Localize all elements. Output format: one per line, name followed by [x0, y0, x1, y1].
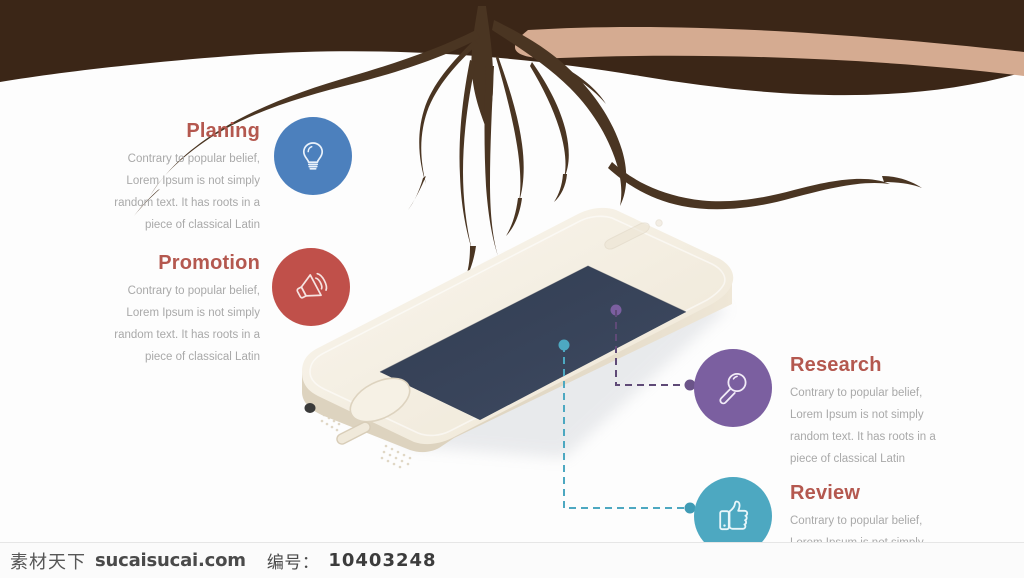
megaphone-icon	[296, 272, 328, 299]
body-line: random text. It has roots in a	[790, 431, 936, 443]
section-body-research: Contrary to popular belief, Lorem Ipsum …	[790, 382, 1010, 470]
watermark-id-value: 10403248	[328, 550, 437, 571]
section-title-research: Research	[790, 354, 882, 376]
body-line: Lorem Ipsum is not simply	[790, 409, 924, 421]
body-line: Contrary to popular belief,	[790, 515, 923, 527]
body-line: Lorem Ipsum is not simply	[126, 307, 260, 319]
thumbs-up-icon	[719, 500, 749, 531]
magnifier-icon	[719, 372, 747, 405]
badge-research[interactable]	[694, 349, 772, 427]
infographic-canvas: Planing Contrary to popular belief, Lore…	[0, 0, 1024, 578]
watermark-id-label: 编号：	[266, 553, 320, 573]
section-planing: Planing Contrary to popular belief, Lore…	[60, 120, 260, 236]
body-line: Contrary to popular belief,	[127, 153, 260, 165]
body-line: Contrary to popular belief,	[790, 387, 923, 399]
body-line: Contrary to popular belief,	[127, 285, 260, 297]
body-line: piece of classical Latin	[144, 351, 260, 363]
section-research: Research Contrary to popular belief, Lor…	[790, 354, 1010, 470]
body-line: piece of classical Latin	[790, 453, 906, 465]
section-title-promotion: Promotion	[158, 252, 260, 274]
watermark-bar: 素材天下 sucaisucai.com 编号： 10403248	[0, 542, 1024, 578]
body-line: Lorem Ipsum is not simply	[126, 175, 260, 187]
watermark-site: sucaisucai.com	[95, 550, 246, 571]
body-line: piece of classical Latin	[144, 219, 260, 231]
body-line: random text. It has roots in a	[114, 197, 260, 209]
section-title-review: Review	[790, 482, 861, 504]
lightbulb-icon	[302, 142, 324, 170]
section-body-planing: Contrary to popular belief, Lorem Ipsum …	[60, 148, 260, 236]
watermark-logo: 素材天下	[10, 551, 86, 573]
section-title-planing: Planing	[186, 120, 260, 142]
badge-planing[interactable]	[274, 117, 352, 195]
isometric-smartphone	[302, 207, 734, 469]
section-promotion: Promotion Contrary to popular belief, Lo…	[60, 252, 260, 368]
section-body-promotion: Contrary to popular belief, Lorem Ipsum …	[60, 280, 260, 368]
body-line: random text. It has roots in a	[114, 329, 260, 341]
badge-promotion[interactable]	[272, 248, 350, 326]
